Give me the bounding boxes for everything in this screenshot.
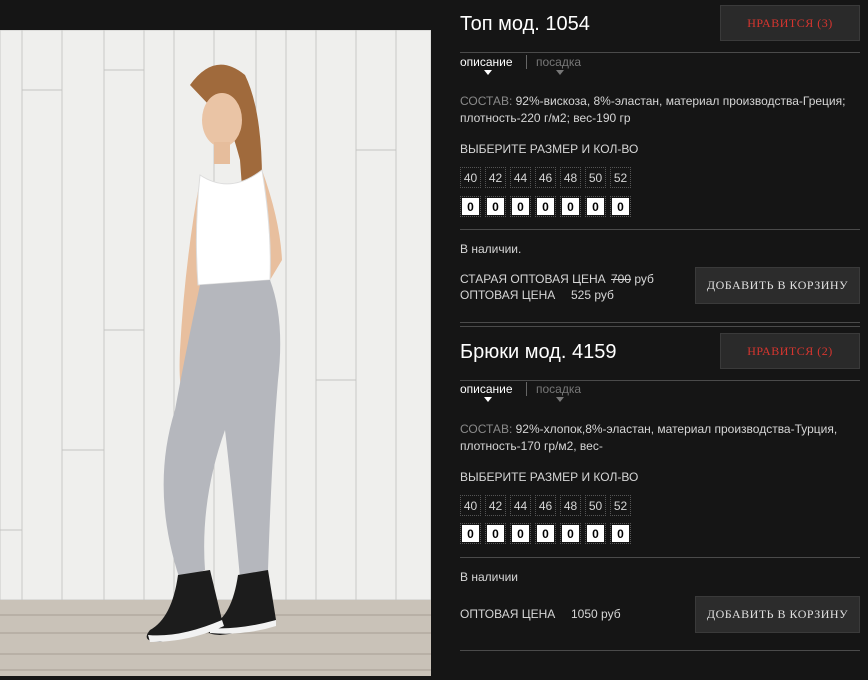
choose-size-label: ВЫБЕРИТЕ РАЗМЕР И КОЛ-ВО — [460, 142, 639, 156]
product-photo[interactable] — [0, 30, 431, 676]
quantity-input[interactable]: 0 — [512, 198, 529, 215]
product-tabs: описание посадка — [460, 382, 660, 406]
size-list: 40 42 44 46 48 50 52 — [460, 495, 631, 516]
composition-text: 92%-вискоза, 8%-эластан, материал произв… — [460, 94, 846, 125]
size-option: 46 — [535, 495, 556, 516]
old-price-label: СТАРАЯ ОПТОВАЯ ЦЕНА — [460, 272, 606, 286]
quantity-input[interactable]: 0 — [612, 198, 629, 215]
quantity-cell: 0 — [610, 196, 631, 217]
composition-label: СОСТАВ: — [460, 422, 513, 436]
quantity-cell: 0 — [610, 523, 631, 544]
quantity-cell: 0 — [585, 196, 606, 217]
quantity-input[interactable]: 0 — [537, 525, 554, 542]
old-price-value: 700 — [611, 272, 632, 286]
tab-separator — [526, 55, 527, 69]
composition-label: СОСТАВ: — [460, 94, 513, 108]
quantity-input[interactable]: 0 — [562, 198, 579, 215]
size-option: 50 — [585, 167, 606, 188]
quantity-cell: 0 — [535, 196, 556, 217]
quantity-input[interactable]: 0 — [512, 525, 529, 542]
quantity-input[interactable]: 0 — [487, 198, 504, 215]
quantity-list: 0 0 0 0 0 0 0 — [460, 196, 631, 217]
old-price-currency: руб — [634, 272, 654, 286]
model-photo-image — [0, 30, 431, 676]
product-title: Брюки мод. 4159 — [460, 341, 617, 363]
choose-size-label: ВЫБЕРИТЕ РАЗМЕР И КОЛ-ВО — [460, 470, 639, 484]
divider — [460, 322, 860, 323]
quantity-input[interactable]: 0 — [587, 525, 604, 542]
price-value: 1050 руб — [571, 607, 621, 621]
composition: СОСТАВ: 92%-хлопок,8%-эластан, материал … — [460, 421, 860, 455]
add-to-cart-button[interactable]: ДОБАВИТЬ В КОРЗИНУ — [695, 596, 860, 633]
divider — [460, 380, 860, 381]
size-option: 50 — [585, 495, 606, 516]
size-option: 44 — [510, 167, 531, 188]
composition-text: 92%-хлопок,8%-эластан, материал производ… — [460, 422, 838, 453]
quantity-input[interactable]: 0 — [487, 525, 504, 542]
product-tabs: описание посадка — [460, 55, 660, 79]
stock-status: В наличии. — [460, 242, 522, 256]
caret-down-icon — [484, 397, 492, 402]
quantity-cell: 0 — [535, 523, 556, 544]
product-card-1: Топ мод. 1054 НРАВИТСЯ (3) описание поса… — [460, 0, 860, 330]
quantity-cell: 0 — [560, 196, 581, 217]
size-option: 40 — [460, 167, 481, 188]
quantity-input[interactable]: 0 — [587, 198, 604, 215]
size-option: 40 — [460, 495, 481, 516]
quantity-cell: 0 — [510, 523, 531, 544]
like-button[interactable]: НРАВИТСЯ (2) — [720, 333, 860, 369]
caret-down-icon — [484, 70, 492, 75]
caret-down-icon — [556, 397, 564, 402]
price-label: ОПТОВАЯ ЦЕНА — [460, 288, 556, 302]
composition: СОСТАВ: 92%-вискоза, 8%-эластан, материа… — [460, 93, 860, 127]
quantity-cell: 0 — [460, 523, 481, 544]
quantity-input[interactable]: 0 — [612, 525, 629, 542]
size-option: 48 — [560, 495, 581, 516]
quantity-input[interactable]: 0 — [537, 198, 554, 215]
tab-description[interactable]: описание — [460, 55, 513, 69]
quantity-input[interactable]: 0 — [562, 525, 579, 542]
quantity-list: 0 0 0 0 0 0 0 — [460, 523, 631, 544]
quantity-cell: 0 — [510, 196, 531, 217]
tab-fit[interactable]: посадка — [536, 55, 581, 69]
size-option: 42 — [485, 495, 506, 516]
add-to-cart-button[interactable]: ДОБАВИТЬ В КОРЗИНУ — [695, 267, 860, 304]
size-option: 44 — [510, 495, 531, 516]
size-option: 52 — [610, 167, 631, 188]
divider — [460, 326, 860, 327]
divider — [460, 650, 860, 651]
quantity-cell: 0 — [460, 196, 481, 217]
size-option: 48 — [560, 167, 581, 188]
quantity-cell: 0 — [560, 523, 581, 544]
quantity-cell: 0 — [485, 196, 506, 217]
product-title: Топ мод. 1054 — [460, 13, 590, 35]
size-option: 42 — [485, 167, 506, 188]
quantity-input[interactable]: 0 — [462, 198, 479, 215]
product-card-2: Брюки мод. 4159 НРАВИТСЯ (2) описание по… — [460, 328, 860, 678]
price-label: ОПТОВАЯ ЦЕНА — [460, 607, 556, 621]
quantity-input[interactable]: 0 — [462, 525, 479, 542]
divider — [460, 229, 860, 230]
like-button[interactable]: НРАВИТСЯ (3) — [720, 5, 860, 41]
price-value: 525 руб — [571, 288, 614, 302]
tab-fit[interactable]: посадка — [536, 382, 581, 396]
size-list: 40 42 44 46 48 50 52 — [460, 167, 631, 188]
caret-down-icon — [556, 70, 564, 75]
quantity-cell: 0 — [485, 523, 506, 544]
tab-description[interactable]: описание — [460, 382, 513, 396]
stock-status: В наличии — [460, 570, 519, 584]
size-option: 52 — [610, 495, 631, 516]
quantity-cell: 0 — [585, 523, 606, 544]
tab-separator — [526, 382, 527, 396]
divider — [460, 557, 860, 558]
divider — [460, 52, 860, 53]
old-price: 700 руб — [611, 272, 654, 286]
size-option: 46 — [535, 167, 556, 188]
